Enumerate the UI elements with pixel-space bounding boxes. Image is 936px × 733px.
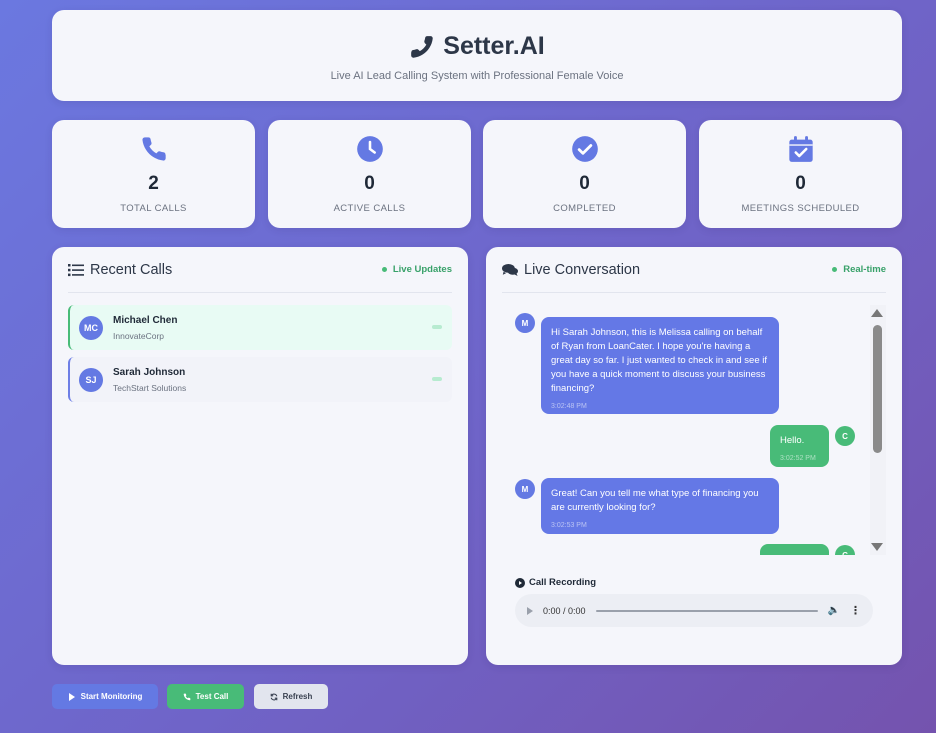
check-circle-icon (571, 136, 598, 162)
live-conversation-panel: Live Conversation Real-time M Hi Sarah J… (486, 247, 902, 665)
phone-icon (141, 137, 166, 161)
phone-icon (183, 693, 190, 700)
stat-value: 0 (795, 173, 806, 194)
audio-player[interactable]: 0:00 / 0:00 🔈 ⋮ (515, 594, 873, 627)
stat-active-calls: 0 ACTIVE CALLS (268, 120, 471, 228)
calls-list: MC Michael Chen InnovateCorp SJ Sarah Jo… (68, 305, 452, 402)
message-text: Hello. (780, 435, 805, 446)
call-item[interactable]: MC Michael Chen InnovateCorp (68, 305, 452, 350)
refresh-button[interactable]: Refresh (254, 684, 328, 709)
realtime-label: Real-time (843, 264, 886, 275)
play-circle-icon (515, 577, 525, 588)
conversation-title: Live Conversation (502, 262, 640, 278)
live-dot-icon (832, 267, 838, 272)
realtime-badge: Real-time (832, 264, 886, 275)
app-title: Setter.AI (52, 32, 902, 61)
audio-time: 0:00 / 0:00 (543, 605, 586, 616)
call-name: Sarah Johnson (113, 366, 186, 378)
message-text: Great! Can you tell me what type of fina… (551, 488, 759, 513)
avatar: M (515, 313, 535, 333)
app-subtitle: Live AI Lead Calling System with Profess… (330, 70, 624, 82)
stat-value: 0 (364, 173, 375, 194)
conversation-header: Live Conversation Real-time (502, 247, 886, 293)
conversation-scroll-area[interactable]: M Hi Sarah Johnson, this is Melissa call… (502, 305, 886, 555)
app-title-text: Setter.AI (443, 32, 545, 60)
scroll-thumb[interactable] (873, 325, 882, 453)
test-call-label: Test Call (195, 692, 229, 701)
avatar: C (835, 545, 855, 555)
message-time: 3:02:48 PM (551, 403, 587, 410)
play-icon[interactable] (527, 606, 533, 615)
avatar: SJ (79, 367, 103, 392)
scrollbar[interactable] (870, 305, 886, 555)
phone-icon (411, 35, 434, 58)
start-monitoring-label: Start Monitoring (80, 692, 143, 701)
test-call-button[interactable]: Test Call (167, 684, 244, 709)
avatar: C (835, 426, 855, 446)
avatar: MC (79, 315, 103, 340)
live-updates-badge: Live Updates (381, 264, 452, 275)
audio-progress-bar[interactable] (595, 609, 818, 612)
call-recording-title: Call Recording (515, 577, 886, 588)
recent-calls-title-text: Recent Calls (90, 261, 173, 278)
customer-message (760, 544, 829, 555)
call-status-indicator (432, 325, 442, 329)
play-icon (68, 692, 75, 701)
stat-value: 2 (148, 173, 159, 194)
stat-label: TOTAL CALLS (120, 203, 187, 214)
call-company: TechStart Solutions (113, 382, 187, 393)
stat-label: COMPLETED (553, 203, 616, 214)
avatar: M (515, 479, 535, 499)
call-company: InnovateCorp (113, 330, 165, 341)
message-time: 3:02:52 PM (780, 455, 816, 462)
list-icon (68, 263, 84, 276)
call-recording-section: Call Recording 0:00 / 0:00 🔈 ⋮ (502, 577, 886, 641)
call-recording-label: Call Recording (529, 577, 597, 588)
recent-calls-panel: Recent Calls Live Updates MC Michael Che… (52, 247, 468, 665)
live-dot-icon (381, 267, 387, 272)
scroll-down-icon[interactable] (871, 543, 883, 551)
customer-message: Hello. 3:02:52 PM (770, 425, 829, 467)
more-options-icon[interactable]: ⋮ (850, 604, 861, 617)
stat-total-calls: 2 TOTAL CALLS (52, 120, 255, 228)
call-info: Michael Chen InnovateCorp (113, 315, 177, 341)
start-monitoring-button[interactable]: Start Monitoring (52, 684, 158, 709)
refresh-label: Refresh (282, 692, 313, 701)
live-updates-label: Live Updates (392, 264, 452, 275)
call-item[interactable]: SJ Sarah Johnson TechStart Solutions (68, 357, 452, 402)
ai-message: Great! Can you tell me what type of fina… (541, 478, 779, 534)
calendar-check-icon (788, 136, 813, 162)
message-time: 3:02:53 PM (551, 522, 587, 529)
stat-completed: 0 COMPLETED (483, 120, 686, 228)
call-info: Sarah Johnson TechStart Solutions (113, 367, 186, 393)
volume-icon[interactable]: 🔈 (828, 605, 840, 616)
clock-icon (356, 136, 383, 162)
header-card: Setter.AI Live AI Lead Calling System wi… (52, 10, 902, 101)
conversation-title-text: Live Conversation (524, 261, 641, 278)
recent-calls-title: Recent Calls (68, 262, 172, 278)
refresh-icon (270, 693, 277, 700)
stat-label: ACTIVE CALLS (333, 203, 406, 214)
stat-value: 0 (579, 173, 590, 194)
call-name: Michael Chen (113, 314, 178, 326)
message-text: Hi Sarah Johnson, this is Melissa callin… (551, 327, 767, 394)
stat-meetings-scheduled: 0 MEETINGS SCHEDULED (699, 120, 902, 228)
call-status-indicator (432, 377, 442, 381)
ai-message: Hi Sarah Johnson, this is Melissa callin… (541, 317, 779, 414)
recent-calls-header: Recent Calls Live Updates (68, 247, 452, 293)
stat-label: MEETINGS SCHEDULED (741, 203, 860, 214)
comments-icon (502, 263, 518, 276)
scroll-up-icon[interactable] (871, 309, 883, 317)
